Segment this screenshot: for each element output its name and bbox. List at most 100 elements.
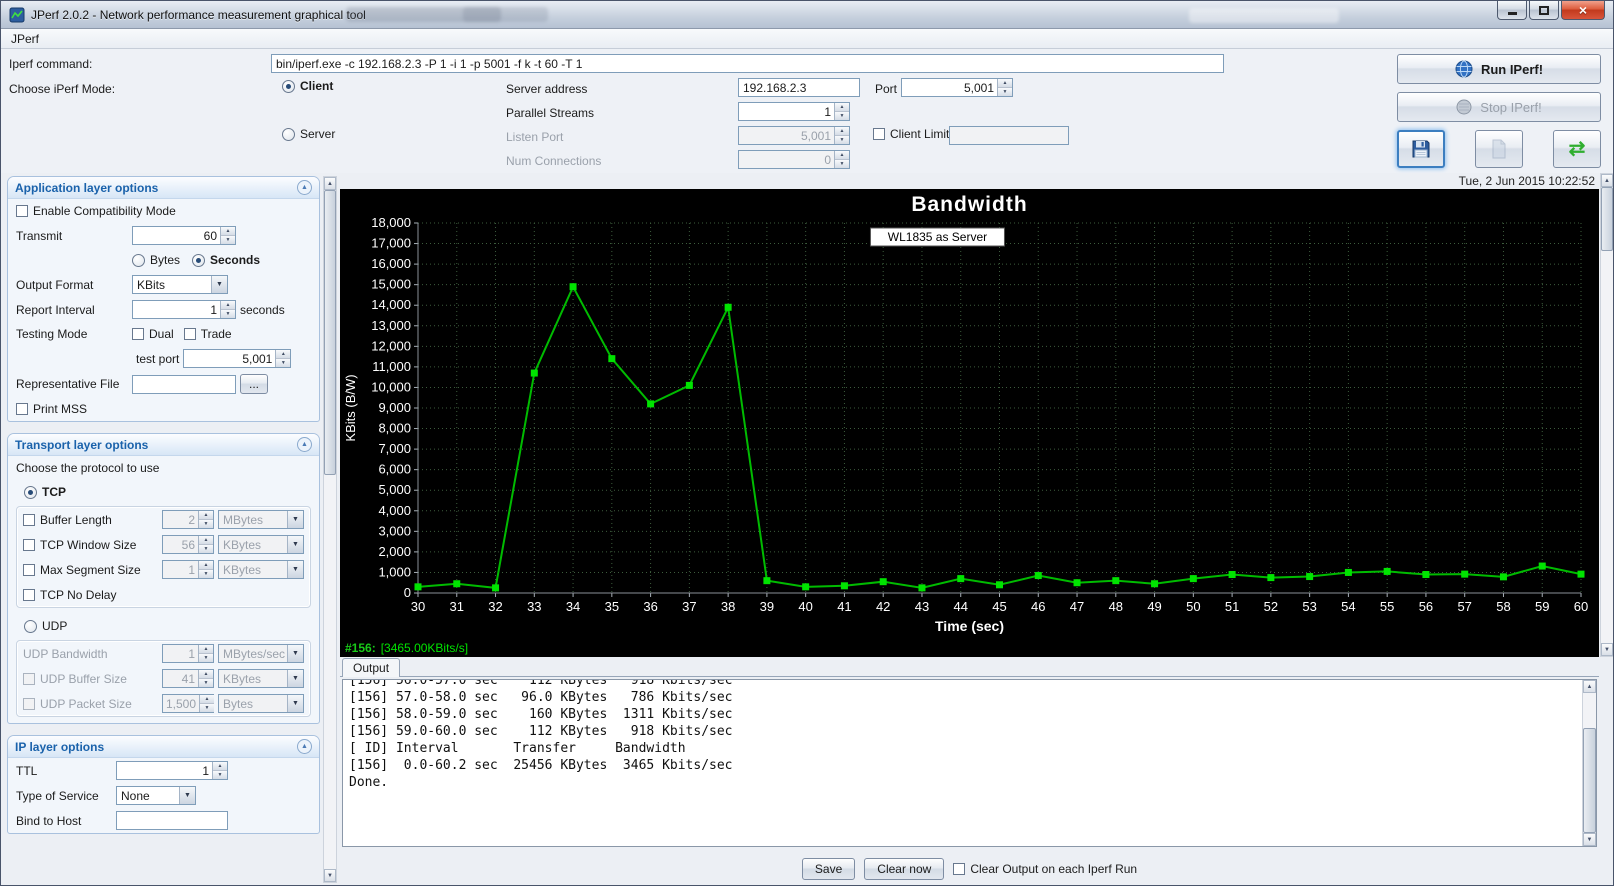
server-address-field[interactable]: 192.168.2.3 <box>738 78 860 97</box>
spinner-up-icon[interactable]: ▲ <box>199 536 213 545</box>
spinner-down-icon[interactable]: ▼ <box>998 88 1012 96</box>
type-of-service-select[interactable]: None ▼ <box>116 786 196 805</box>
spinner-up-icon[interactable]: ▲ <box>221 301 235 310</box>
client-radio[interactable]: Client <box>282 79 333 93</box>
maximize-button[interactable] <box>1529 1 1559 20</box>
title-bar[interactable]: JPerf 2.0.2 - Network performance measur… <box>1 1 1613 29</box>
max-segment-checkbox[interactable]: Max Segment Size <box>23 563 158 577</box>
buffer-length-checkbox[interactable]: Buffer Length <box>23 513 158 527</box>
bytes-radio[interactable]: Bytes <box>132 253 180 267</box>
minimize-button[interactable] <box>1497 1 1527 20</box>
scroll-track[interactable] <box>324 190 336 869</box>
scroll-up-icon[interactable]: ▲ <box>1583 680 1596 693</box>
scroll-down-icon[interactable]: ▼ <box>1583 833 1596 846</box>
buffer-length-unit-select[interactable]: MBytes ▼ <box>218 510 304 529</box>
bind-to-host-field[interactable] <box>116 811 228 830</box>
spinner-up-icon[interactable]: ▲ <box>199 670 213 679</box>
sidebar-scrollbar[interactable]: ▲ ▼ <box>323 176 337 883</box>
collapse-icon[interactable]: ▲ <box>297 180 312 195</box>
client-limit-field[interactable] <box>949 126 1069 145</box>
udp-buffer-unit-select[interactable]: KBytes ▼ <box>218 669 304 688</box>
trade-checkbox[interactable]: Trade <box>183 327 232 341</box>
buffer-length-spinner[interactable]: 2 ▲ ▼ <box>162 510 214 529</box>
load-configuration-button[interactable] <box>1475 130 1523 168</box>
client-limit-checkbox[interactable]: Client Limit <box>873 127 949 141</box>
spinner-up-icon[interactable]: ▲ <box>199 511 213 520</box>
udp-bandwidth-spinner[interactable]: 1 ▲ ▼ <box>162 644 214 663</box>
tcp-window-checkbox[interactable]: TCP Window Size <box>23 538 158 552</box>
spinner-down-icon[interactable]: ▼ <box>276 359 291 367</box>
spinner-down-icon[interactable]: ▼ <box>835 136 849 144</box>
listen-port-spinner[interactable]: 5,001 ▲ ▼ <box>738 126 850 145</box>
spinner-down-icon[interactable]: ▼ <box>835 112 849 120</box>
udp-packet-unit-select[interactable]: Bytes ▼ <box>218 694 304 713</box>
spinner-up-icon[interactable]: ▲ <box>199 645 213 654</box>
tcp-window-spinner[interactable]: 56 ▲ ▼ <box>162 535 214 554</box>
spinner-down-icon[interactable]: ▼ <box>221 310 235 318</box>
spinner-up-icon[interactable]: ▲ <box>998 79 1012 88</box>
parallel-streams-spinner[interactable]: 1 ▲ ▼ <box>738 102 850 121</box>
clear-output-each-run-checkbox[interactable]: Clear Output on each Iperf Run <box>953 862 1137 876</box>
spinner-down-icon[interactable]: ▼ <box>221 236 235 244</box>
tab-output[interactable]: Output <box>342 658 401 677</box>
scroll-down-icon[interactable]: ▼ <box>324 869 336 882</box>
spinner-down-icon[interactable]: ▼ <box>199 570 213 578</box>
seconds-radio[interactable]: Seconds <box>192 253 260 267</box>
spinner-up-icon[interactable]: ▲ <box>835 127 849 136</box>
spinner-up-icon[interactable]: ▲ <box>276 350 291 359</box>
clear-now-button[interactable]: Clear now <box>864 858 945 880</box>
representative-file-field[interactable] <box>132 374 236 394</box>
spinner-up-icon[interactable]: ▲ <box>213 762 227 771</box>
udp-buffer-spinner[interactable]: 41 ▲ ▼ <box>162 669 214 688</box>
chart-scrollbar[interactable]: ▲ ▼ <box>1600 173 1613 657</box>
close-button[interactable]: × <box>1561 1 1605 20</box>
scroll-up-icon[interactable]: ▲ <box>324 177 336 190</box>
spinner-down-icon[interactable]: ▼ <box>213 771 227 779</box>
max-segment-unit-select[interactable]: KBytes ▼ <box>218 560 304 579</box>
scroll-thumb[interactable] <box>324 190 336 476</box>
spinner-up-icon[interactable]: ▲ <box>200 695 215 704</box>
dual-checkbox[interactable]: Dual <box>132 327 174 341</box>
spinner-down-icon[interactable]: ▼ <box>200 704 215 712</box>
collapse-icon[interactable]: ▲ <box>297 437 312 452</box>
max-segment-spinner[interactable]: 1 ▲ ▼ <box>162 560 214 579</box>
udp-packet-spinner[interactable]: 1,500 ▲ ▼ <box>162 694 215 713</box>
tcp-no-delay-checkbox[interactable]: TCP No Delay <box>23 588 116 602</box>
spinner-down-icon[interactable]: ▼ <box>835 160 849 168</box>
collapse-icon[interactable]: ▲ <box>297 739 312 754</box>
server-radio[interactable]: Server <box>282 127 335 141</box>
run-iperf-button[interactable]: Run IPerf! <box>1397 54 1601 84</box>
spinner-up-icon[interactable]: ▲ <box>221 227 235 236</box>
spinner-up-icon[interactable]: ▲ <box>835 151 849 160</box>
scroll-track[interactable] <box>1601 187 1613 643</box>
print-mss-checkbox[interactable]: Print MSS <box>16 402 87 416</box>
report-interval-spinner[interactable]: 1 ▲ ▼ <box>132 300 236 319</box>
save-configuration-button[interactable] <box>1397 130 1445 168</box>
spinner-down-icon[interactable]: ▼ <box>199 545 213 553</box>
udp-bandwidth-unit-select[interactable]: MBytes/sec ▼ <box>218 644 304 663</box>
udp-packet-checkbox[interactable]: UDP Packet Size <box>23 697 158 711</box>
browse-file-button[interactable]: ... <box>240 374 269 394</box>
output-scrollbar[interactable]: ▲ ▼ <box>1582 680 1596 846</box>
tcp-window-unit-select[interactable]: KBytes ▼ <box>218 535 304 554</box>
enable-compatibility-checkbox[interactable]: Enable Compatibility Mode <box>16 204 176 218</box>
ttl-spinner[interactable]: 1 ▲ ▼ <box>116 761 228 780</box>
transmit-spinner[interactable]: 60 ▲ ▼ <box>132 226 236 245</box>
scroll-down-icon[interactable]: ▼ <box>1601 643 1613 656</box>
udp-radio[interactable]: UDP <box>24 619 67 633</box>
port-spinner[interactable]: 5,001 ▲ ▼ <box>901 78 1013 97</box>
test-port-spinner[interactable]: 5,001 ▲ ▼ <box>183 349 292 368</box>
spinner-down-icon[interactable]: ▼ <box>199 679 213 687</box>
output-format-select[interactable]: KBits ▼ <box>132 275 228 294</box>
restore-defaults-button[interactable]: ⇄ <box>1553 130 1601 168</box>
spinner-up-icon[interactable]: ▲ <box>835 103 849 112</box>
menu-jperf[interactable]: JPerf <box>1 30 49 48</box>
num-connections-spinner[interactable]: 0 ▲ ▼ <box>738 150 850 169</box>
udp-buffer-checkbox[interactable]: UDP Buffer Size <box>23 672 158 686</box>
save-output-button[interactable]: Save <box>801 858 856 880</box>
stop-iperf-button[interactable]: Stop IPerf! <box>1397 92 1601 122</box>
iperf-command-field[interactable]: bin/iperf.exe -c 192.168.2.3 -P 1 -i 1 -… <box>271 54 1224 73</box>
output-textarea[interactable]: [156] 56.0-57.0 sec 112 KBytes 918 Kbits… <box>342 679 1597 847</box>
spinner-up-icon[interactable]: ▲ <box>199 561 213 570</box>
scroll-thumb[interactable] <box>1601 187 1613 251</box>
